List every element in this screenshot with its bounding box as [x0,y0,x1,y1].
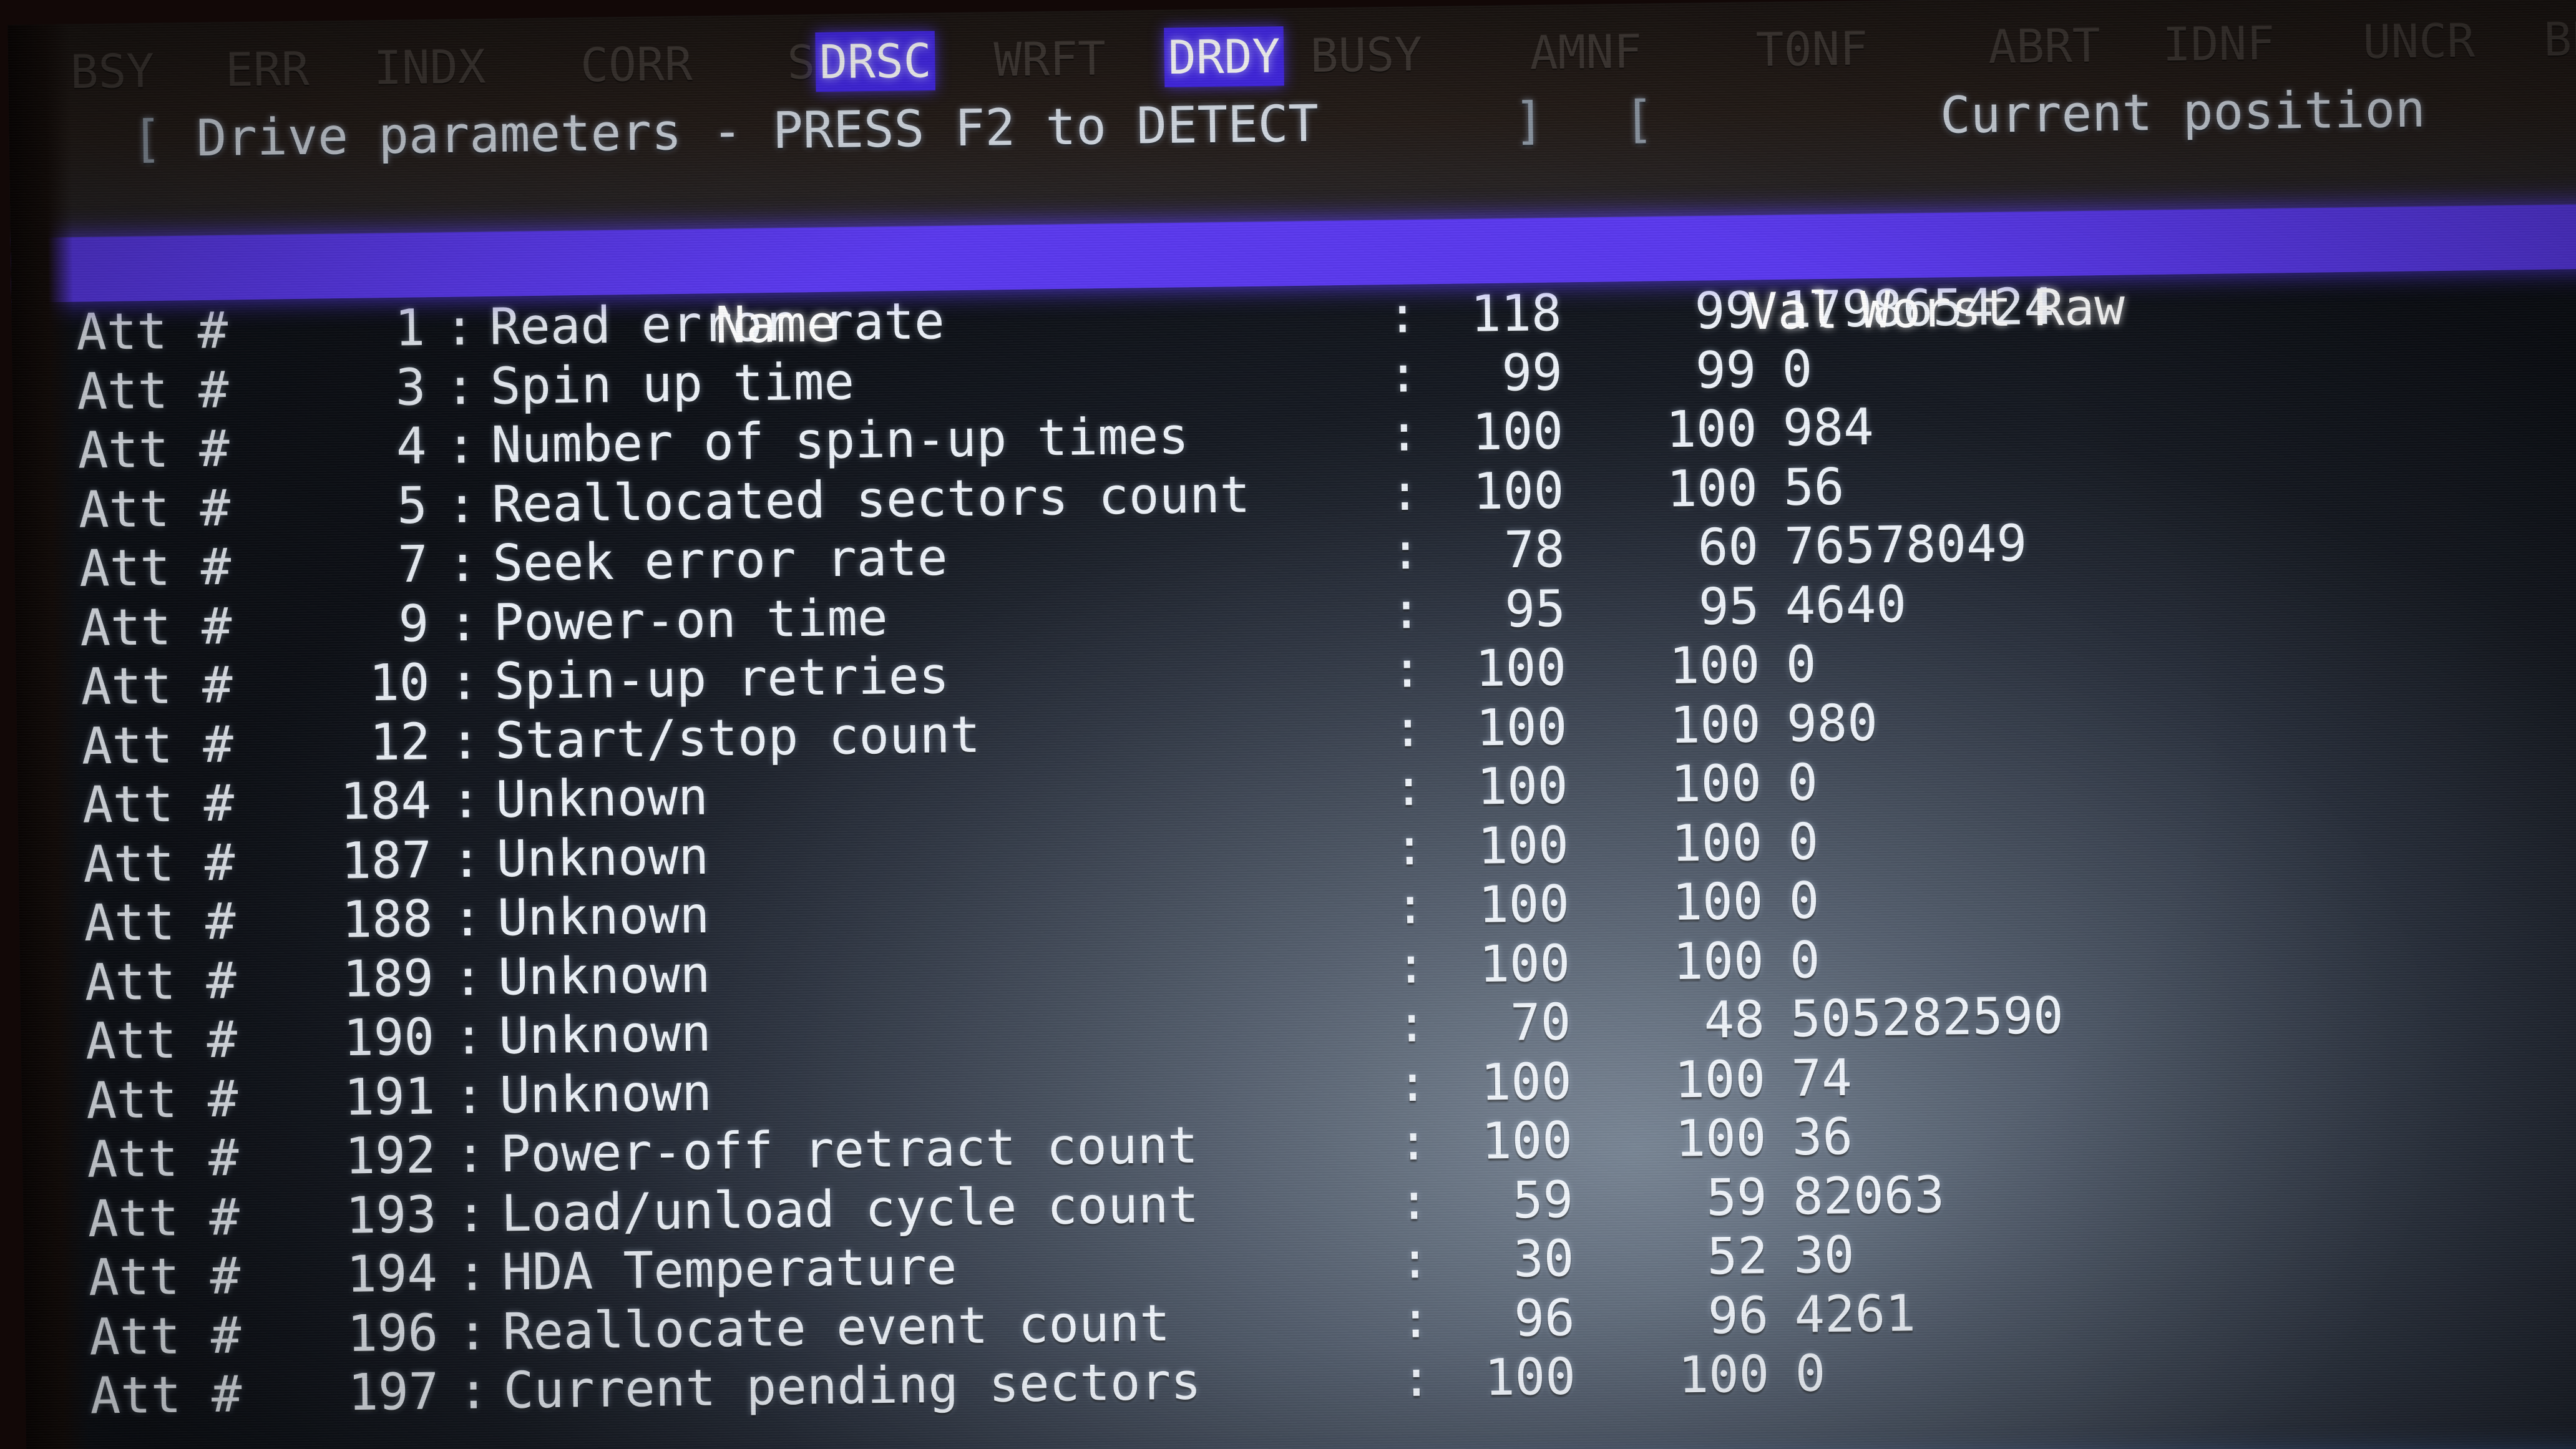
attribute-raw: 4640 [1784,575,1907,635]
attribute-raw: 56 [1783,457,1845,517]
attribute-raw: 505282590 [1790,987,2064,1049]
attribute-raw: 82063 [1792,1166,1945,1226]
attribute-raw: 0 [1787,812,1819,872]
attribute-raw: 30 [1793,1226,1855,1286]
attribute-raw: 0 [1785,635,1817,695]
mhdd-console-screen: BSYERRINDXCORRSCSYWRFTDRSCBUSYDRDYAMNFT0… [7,0,2576,1449]
screen-rotation-wrapper: BSYERRINDXCORRSCSYWRFTDRSCBUSYDRDYAMNFT0… [0,0,2576,1449]
attribute-raw: 76578049 [1783,514,2027,576]
attribute-raw: 0 [1789,930,1821,990]
attribute-raw: 74 [1790,1048,1853,1108]
attribute-raw: 0 [1788,872,1820,931]
attribute-raw: 4261 [1793,1284,1916,1344]
column-header-val: Val [1747,281,1839,341]
column-header-raw: Raw [2033,278,2125,338]
attribute-raw: 980 [1786,693,1878,753]
attribute-raw: 36 [1792,1108,1853,1167]
attribute-raw: 0 [1795,1344,1826,1403]
attribute-raw: 0 [1782,339,1813,399]
column-header-name: Name [715,295,837,355]
attribute-raw: 984 [1782,398,1875,458]
photographed-monitor: BSYERRINDXCORRSCSYWRFTDRSCBUSYDRDYAMNFT0… [0,0,2576,1449]
column-header-worst: Worst [1860,280,2012,340]
attribute-raw: 0 [1787,753,1818,812]
